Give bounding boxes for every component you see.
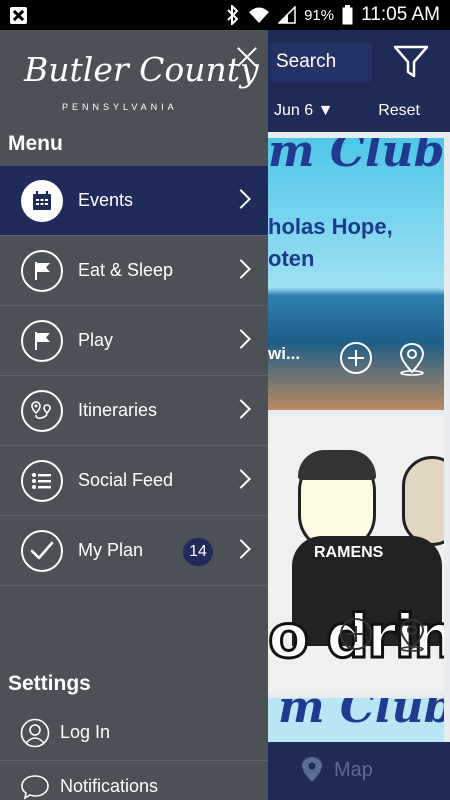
status-bar: 91% 11:05 AM [0, 0, 450, 30]
card-text: oten [268, 246, 315, 271]
menu-item-label: Events [78, 190, 134, 210]
close-notification-icon [10, 7, 27, 24]
settings-item-log-in[interactable]: Log In [0, 708, 268, 760]
reset-button[interactable]: Reset [378, 102, 420, 120]
logo-wordmark: Butler County [24, 50, 259, 89]
flag-icon [21, 250, 63, 292]
search-field[interactable]: Search [270, 42, 372, 82]
close-icon[interactable] [236, 46, 258, 68]
menu-item-itineraries[interactable]: Itineraries [0, 376, 268, 446]
menu-item-label: Social Feed [78, 470, 174, 490]
chevron-right-icon [231, 329, 251, 349]
chevron-right-icon [231, 539, 251, 559]
location-pin-icon[interactable] [398, 342, 426, 376]
add-to-plan-icon[interactable] [340, 342, 372, 374]
butler-county-logo: Butler County PENNSYLVANIA [24, 50, 259, 126]
card-title: m Club [268, 138, 444, 177]
chat-bubble-icon [21, 775, 49, 800]
map-tab[interactable]: Map [300, 756, 373, 784]
settings-item-notifications[interactable]: Notifications [0, 762, 268, 800]
battery-icon [342, 5, 353, 25]
bluetooth-icon [227, 5, 239, 25]
settings-item-label: Notifications [60, 776, 159, 796]
map-pin-icon [302, 757, 322, 782]
user-icon [20, 718, 50, 748]
event-card[interactable]: m Club holas Hope, oten wi... [268, 138, 444, 410]
navigation-drawer: Butler County PENNSYLVANIA Menu Events E… [0, 30, 268, 800]
add-to-plan-icon[interactable] [340, 618, 372, 650]
wifi-icon [249, 7, 270, 23]
checkmark-icon [21, 530, 63, 572]
map-tab-label: Map [334, 758, 373, 781]
chevron-right-icon [231, 259, 251, 279]
menu-item-label: My Plan [78, 540, 144, 560]
card-illustration [298, 450, 376, 480]
card-caption: wi... [268, 344, 301, 363]
settings-item-label: Log In [60, 722, 111, 742]
clock: 11:05 AM [361, 4, 440, 25]
card-text: holas Hope, [268, 214, 393, 239]
calendar-icon [21, 180, 63, 222]
menu-item-label: Eat & Sleep [78, 260, 174, 280]
chevron-right-icon [231, 469, 251, 489]
map-pin-route-icon [21, 390, 63, 432]
menu-item-label: Itineraries [78, 400, 158, 420]
logo-subtitle: PENNSYLVANIA [62, 102, 178, 112]
menu-item-label: Play [78, 330, 114, 350]
divider [0, 760, 268, 761]
card-text: RAMENS [314, 544, 384, 561]
list-icon [21, 460, 63, 502]
card-illustration [402, 456, 444, 546]
chevron-right-icon [231, 399, 251, 419]
plan-count-badge: 14 [183, 538, 213, 566]
date-selector[interactable]: Jun 6 ▼ [274, 102, 333, 120]
menu-item-eat-sleep[interactable]: Eat & Sleep [0, 236, 268, 306]
menu-item-events[interactable]: Events [0, 166, 268, 236]
card-title: m Club [278, 698, 444, 733]
chevron-right-icon [231, 189, 251, 209]
menu-item-my-plan[interactable]: My Plan 14 [0, 516, 268, 586]
menu-item-social-feed[interactable]: Social Feed [0, 446, 268, 516]
location-pin-icon[interactable] [398, 618, 426, 652]
filter-icon[interactable] [392, 44, 430, 80]
event-card[interactable]: m Club [268, 698, 444, 742]
menu-heading: Menu [8, 132, 63, 155]
date-filter-bar: Jun 6 ▼ Reset [268, 92, 450, 132]
signal-icon [278, 6, 296, 24]
menu-item-play[interactable]: Play [0, 306, 268, 376]
battery-percentage: 91% [304, 6, 335, 24]
flag-icon [21, 320, 63, 362]
settings-heading: Settings [8, 672, 91, 695]
event-card[interactable]: RAMENS o drin [268, 416, 444, 692]
